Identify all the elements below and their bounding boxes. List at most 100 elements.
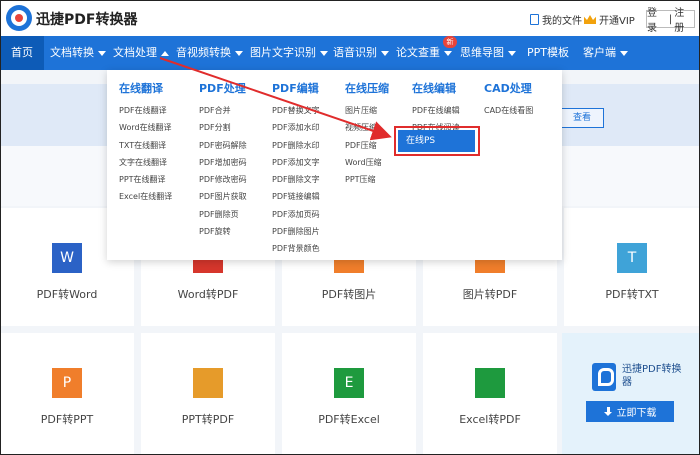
menu-item[interactable]: Word在线翻译 <box>119 119 172 136</box>
menu-item[interactable]: PDF在线翻译 <box>119 102 172 119</box>
tool-label: Excel转PDF <box>459 413 521 426</box>
column-title: CAD处理 <box>484 82 532 95</box>
chevron-down-icon <box>508 50 516 56</box>
nav-document-process[interactable]: 文档处理 <box>113 36 169 70</box>
nav-home[interactable]: 首页 <box>0 36 44 70</box>
menu-item[interactable]: PDF链接编辑 <box>272 188 320 205</box>
menu-item[interactable]: PDF删除图片 <box>272 223 320 240</box>
nav-image-ocr[interactable]: 图片文字识别 <box>250 36 328 70</box>
menu-item[interactable]: PDF增加密码 <box>199 154 247 171</box>
tool-tile-pdf-to-txt[interactable]: T PDF转TXT <box>564 208 700 326</box>
chevron-down-icon <box>320 50 328 56</box>
new-badge: 新 <box>443 36 457 48</box>
nav-ppt-templates[interactable]: PPT模板 <box>527 36 569 70</box>
download-promo: 迅捷PDF转换器 立即下载 <box>562 333 700 455</box>
nav-mind-map[interactable]: 思维导图 <box>460 36 516 70</box>
chevron-down-icon <box>381 50 389 56</box>
menu-column-translate: 在线翻译 PDF在线翻译 Word在线翻译 TXT在线翻译 文字在线翻译 PPT… <box>119 80 172 206</box>
tool-label: PDF转Word <box>36 288 98 301</box>
download-button[interactable]: 立即下载 <box>586 401 674 422</box>
column-title: 在线编辑 <box>412 82 456 95</box>
register-link[interactable]: 注册 <box>674 4 694 34</box>
my-files-link[interactable]: 我的文件 <box>530 12 582 27</box>
column-title: PDF编辑 <box>272 82 319 95</box>
chevron-up-icon <box>161 50 169 56</box>
crown-icon <box>584 15 596 24</box>
nav-label: 思维导图 <box>460 46 504 59</box>
login-register: 登录 | 注册 <box>646 8 695 34</box>
nav-label: 文档处理 <box>113 46 157 59</box>
nav-client[interactable]: 客户端 <box>583 36 628 70</box>
menu-item[interactable]: 图片压缩 <box>345 102 389 119</box>
menu-column-compress: 在线压缩 图片压缩 视频压缩 PDF压缩 Word压缩 PPT压缩 <box>345 80 389 188</box>
menu-item[interactable]: Excel在线翻译 <box>119 188 172 205</box>
my-files-label: 我的文件 <box>542 16 582 27</box>
menu-item[interactable]: PDF删除水印 <box>272 137 320 154</box>
menu-item[interactable]: PDF在线编辑 <box>412 102 460 119</box>
chevron-down-icon <box>444 50 452 56</box>
divider: | <box>668 13 673 25</box>
tool-tile-pdf-to-excel[interactable]: E PDF转Excel <box>282 333 416 455</box>
nav-label: 音视频转换 <box>176 46 231 59</box>
nav-document-convert[interactable]: 文档转换 <box>50 36 106 70</box>
login-link[interactable]: 登录 <box>647 4 667 34</box>
main-nav: 首页 文档转换 文档处理 音视频转换 图片文字识别 语音识别 论文查重 思维导图… <box>0 36 700 70</box>
tool-label: PDF转Excel <box>318 413 380 426</box>
tool-label: Word转PDF <box>177 288 239 301</box>
menu-item[interactable]: PDF替换文字 <box>272 102 320 119</box>
menu-item[interactable]: PDF添加水印 <box>272 119 320 136</box>
column-title: 在线压缩 <box>345 82 389 95</box>
tool-label: PDF转图片 <box>321 288 377 301</box>
menu-item[interactable]: PDF密码解除 <box>199 137 247 154</box>
chevron-down-icon <box>98 50 106 56</box>
nav-media-convert[interactable]: 音视频转换 <box>176 36 243 70</box>
tool-tile-ppt-to-pdf[interactable]: PPT转PDF <box>141 333 275 455</box>
menu-item[interactable]: PDF删除文字 <box>272 171 320 188</box>
menu-item[interactable]: PPT压缩 <box>345 171 389 188</box>
chevron-down-icon <box>235 50 243 56</box>
menu-item[interactable]: PDF旋转 <box>199 223 247 240</box>
menu-column-pdf-edit: PDF编辑 PDF替换文字 PDF添加水印 PDF删除水印 PDF添加文字 PD… <box>272 80 320 258</box>
word-icon: W <box>52 243 82 273</box>
tool-tile-excel-to-pdf[interactable]: Excel转PDF <box>423 333 557 455</box>
ppt-icon: P <box>52 368 82 398</box>
brand-logo-icon[interactable] <box>6 5 32 31</box>
menu-item[interactable]: PDF分割 <box>199 119 247 136</box>
menu-item[interactable]: PPT在线翻译 <box>119 171 172 188</box>
vip-link[interactable]: 开通VIP <box>584 12 635 27</box>
menu-item[interactable]: PDF修改密码 <box>199 171 247 188</box>
document-icon <box>530 14 539 25</box>
menu-item[interactable]: PDF压缩 <box>345 137 389 154</box>
chevron-down-icon <box>620 50 628 56</box>
tool-label: PDF转PPT <box>40 413 94 426</box>
menu-item[interactable]: 视频压缩 <box>345 119 389 136</box>
menu-item[interactable]: 文字在线翻译 <box>119 154 172 171</box>
menu-item[interactable]: PDF图片获取 <box>199 188 247 205</box>
menu-item[interactable]: Word压缩 <box>345 154 389 171</box>
nav-label: 客户端 <box>583 46 616 59</box>
menu-column-cad: CAD处理 CAD在线看图 <box>484 80 533 119</box>
menu-item[interactable]: PDF添加页码 <box>272 206 320 223</box>
app-logo-icon <box>592 363 616 391</box>
highlight-box <box>394 126 480 156</box>
tool-tile-pdf-to-ppt[interactable]: P PDF转PPT <box>0 333 134 455</box>
banner-view-button[interactable]: 查看 <box>560 108 604 128</box>
tool-label: PDF转TXT <box>605 288 659 301</box>
menu-item[interactable]: CAD在线看图 <box>484 102 533 119</box>
nav-speech-recognition[interactable]: 语音识别 <box>333 36 389 70</box>
nav-label: 文档转换 <box>50 46 94 59</box>
menu-item[interactable]: PDF背景颜色 <box>272 240 320 257</box>
excel-pdf-icon <box>475 368 505 398</box>
text-icon: T <box>617 243 647 273</box>
menu-item[interactable]: PDF添加文字 <box>272 154 320 171</box>
menu-item[interactable]: TXT在线翻译 <box>119 137 172 154</box>
document-process-menu: 在线翻译 PDF在线翻译 Word在线翻译 TXT在线翻译 文字在线翻译 PPT… <box>107 70 562 260</box>
column-title: PDF处理 <box>199 82 246 95</box>
brand-name[interactable]: 迅捷PDF转换器 <box>36 9 137 29</box>
menu-item[interactable]: PDF删除页 <box>199 206 247 223</box>
menu-column-pdf-process: PDF处理 PDF合并 PDF分割 PDF密码解除 PDF增加密码 PDF修改密… <box>199 80 247 240</box>
download-icon <box>603 407 613 416</box>
download-label: 立即下载 <box>616 408 657 419</box>
nav-label: 图片文字识别 <box>250 46 316 59</box>
menu-item[interactable]: PDF合并 <box>199 102 247 119</box>
